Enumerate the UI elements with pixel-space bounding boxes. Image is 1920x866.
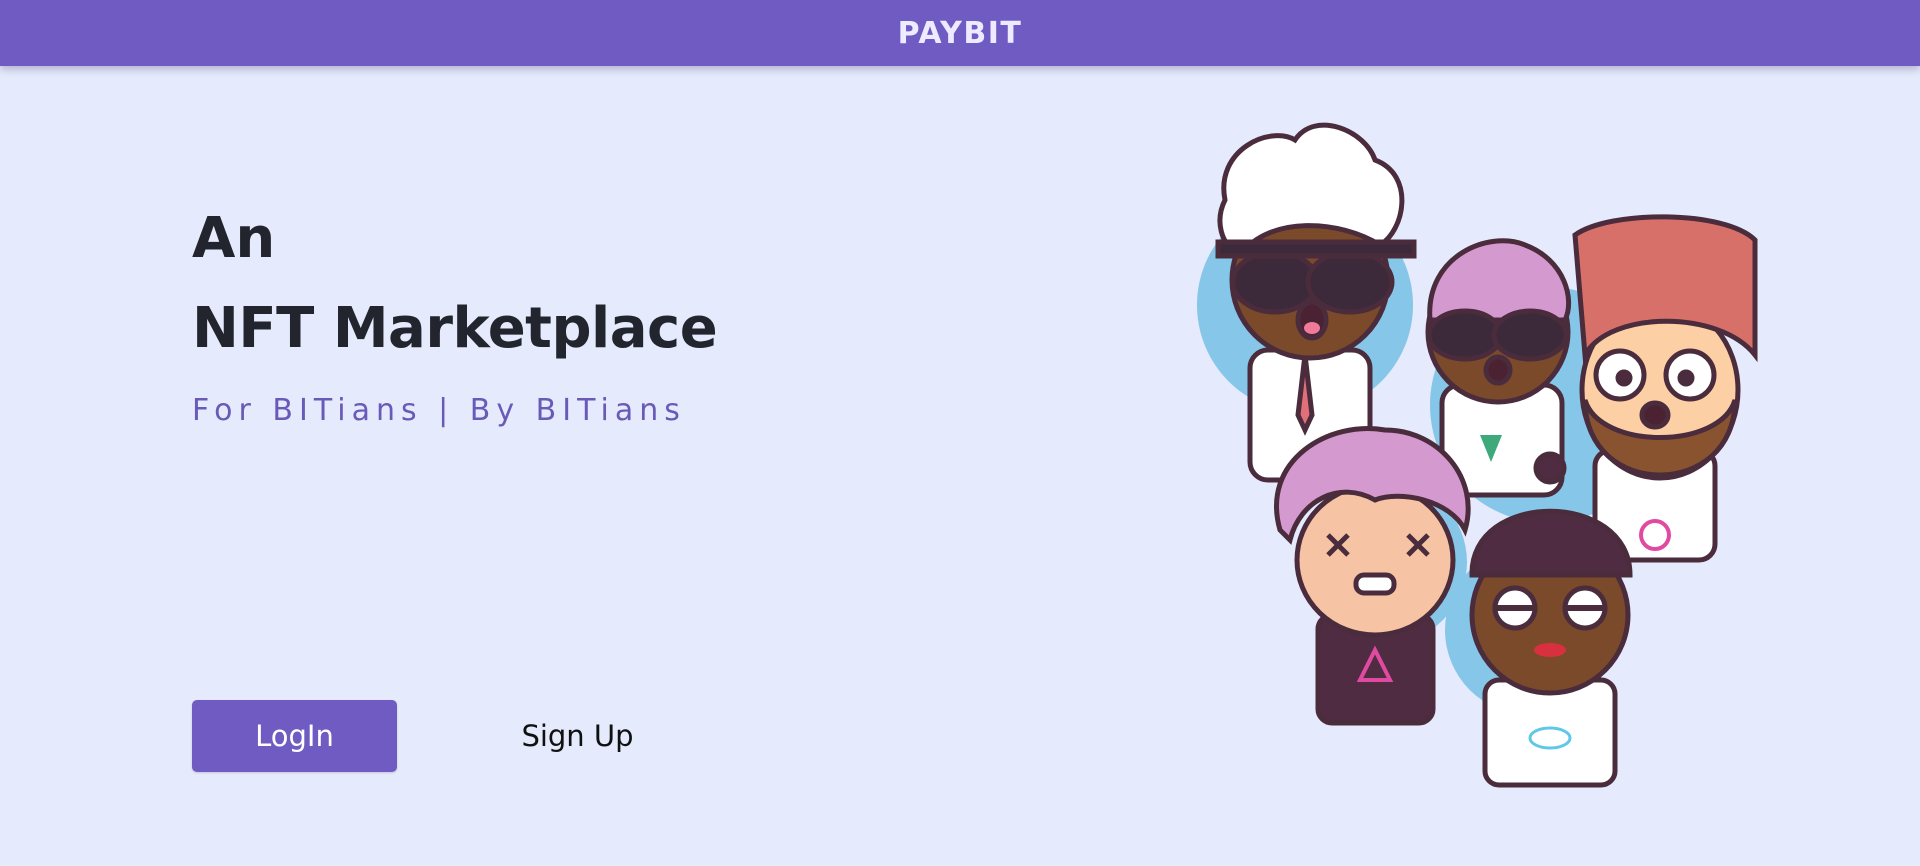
nft-avatars-illustration <box>1197 122 1758 788</box>
signup-button[interactable]: Sign Up <box>480 700 675 772</box>
hero-tagline: For BITians | By BITians <box>192 393 686 428</box>
hero-title-line2: NFT Marketplace <box>192 296 718 361</box>
avatar-white-afro <box>1215 122 1417 483</box>
avatar-turban <box>1572 214 1758 563</box>
login-button[interactable]: LogIn <box>192 700 397 772</box>
brand-logo-text[interactable]: PAYBIT <box>898 16 1023 51</box>
hero-title-line1: An <box>192 206 276 271</box>
top-navbar: PAYBIT <box>0 0 1920 66</box>
avatar-purple-curly <box>1274 426 1471 726</box>
